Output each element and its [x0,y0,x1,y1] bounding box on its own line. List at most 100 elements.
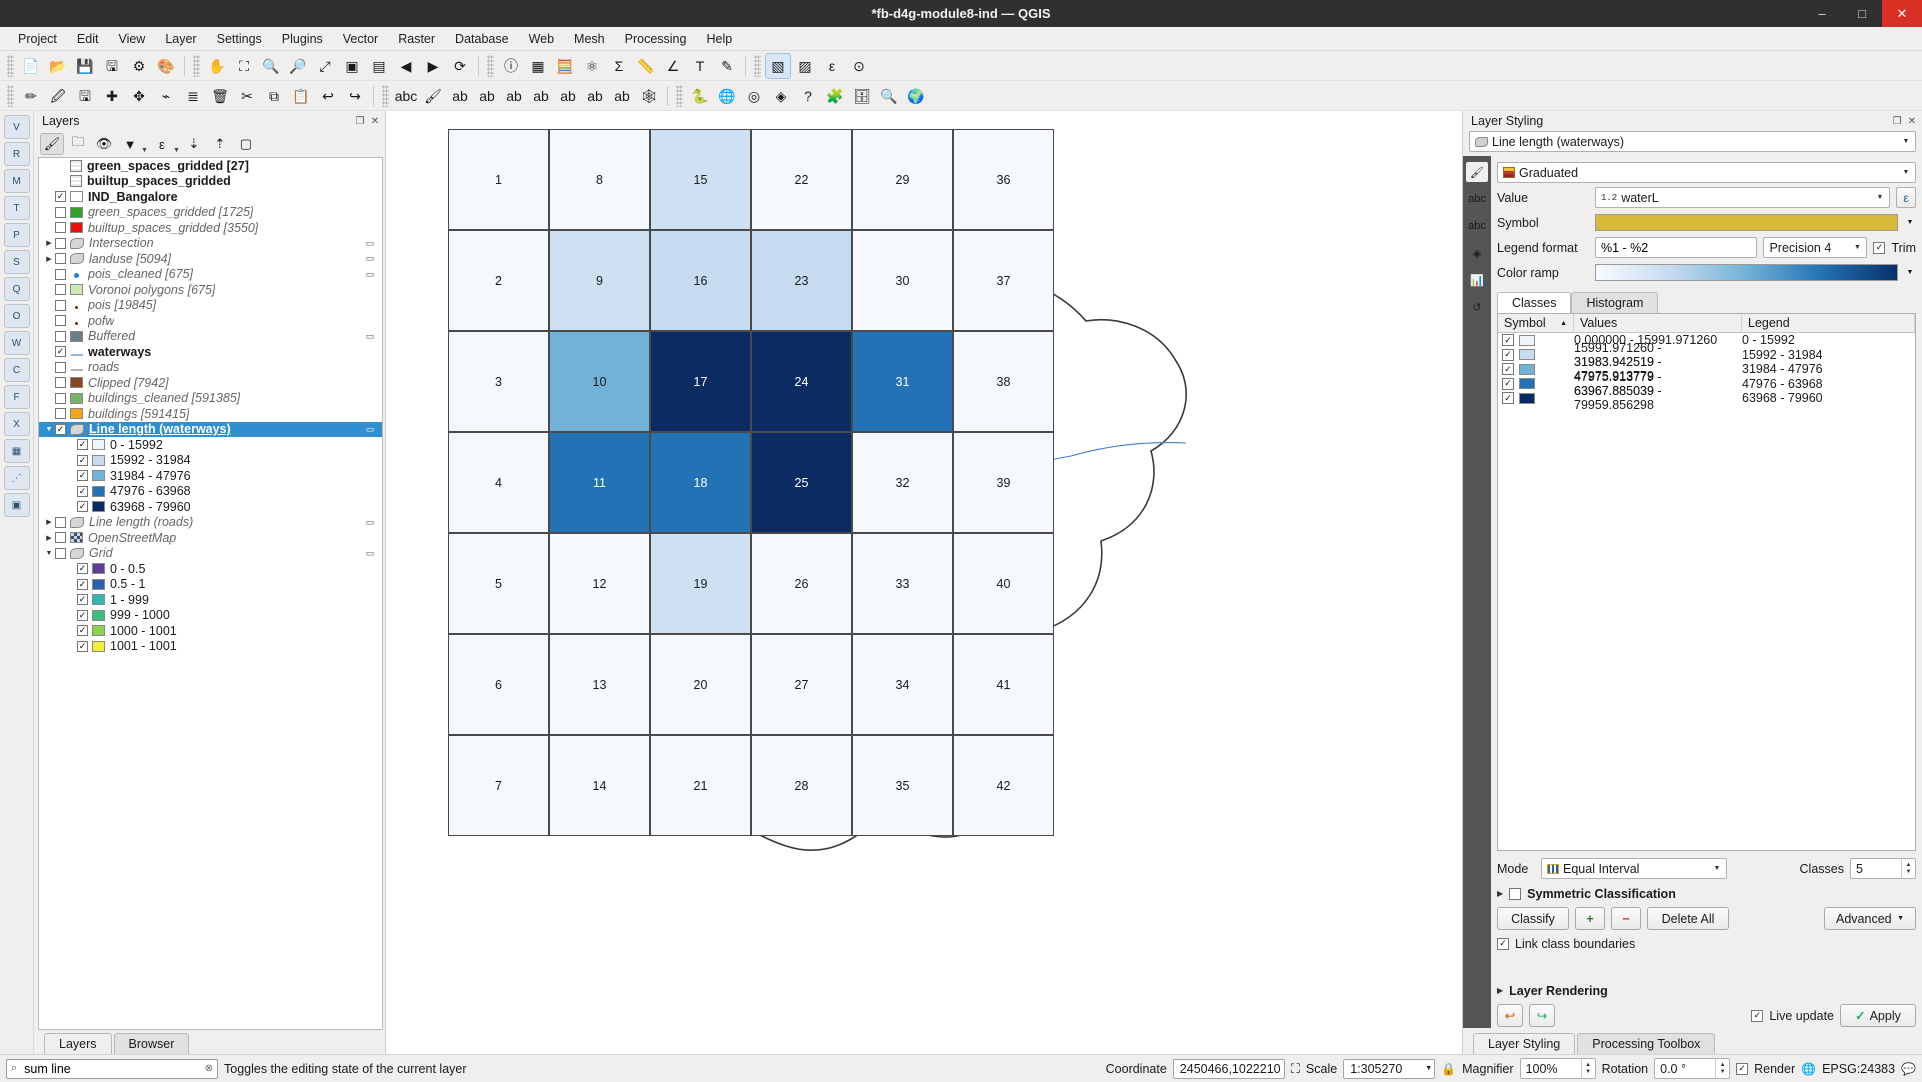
zoom-full-icon[interactable]: ⤢ [312,53,338,79]
layer-visibility-checkbox[interactable]: ✓ [77,594,88,606]
layer-item-green-spaces-gridded-1725[interactable]: green_spaces_gridded [1725] [39,205,382,221]
layer-visibility-checkbox[interactable] [55,408,66,420]
style-layer-icon[interactable]: 🖌 [420,83,446,109]
layer-visibility-checkbox[interactable] [55,315,66,327]
layer-visibility-checkbox[interactable]: ✓ [55,191,66,203]
value-field-combo[interactable]: 1.2 waterL ▼ [1595,187,1890,208]
close-button[interactable]: ✕ [1882,0,1922,27]
delete-selected-icon[interactable]: 🗑 [207,83,233,109]
statistical-summary-icon[interactable]: Σ [606,53,632,79]
grid-cell-35[interactable]: 35 [852,735,953,836]
layer-visibility-checkbox[interactable] [55,377,66,389]
class-color-swatch-icon[interactable] [1519,334,1535,346]
add-raster-layer-icon[interactable]: R [3,142,30,166]
layer-visibility-checkbox[interactable] [55,206,66,218]
bottom-tab-layer-styling[interactable]: Layer Styling [1473,1033,1576,1054]
processing-toolbox-icon[interactable]: ⚛ [579,53,605,79]
menu-mesh[interactable]: Mesh [564,30,615,48]
renderer-combo[interactable]: Graduated ▼ [1497,162,1916,183]
grid-cell-7[interactable]: 7 [448,735,549,836]
messages-icon[interactable]: 💬 [1901,1062,1916,1076]
collapse-all-icon[interactable]: ⇡ [208,133,232,155]
minimize-button[interactable]: – [1802,0,1842,27]
layer-item-47976-63968[interactable]: ✓ 47976 - 63968 [39,484,382,500]
layer-item-1-999[interactable]: ✓ 1 - 999 [39,592,382,608]
python-console-icon[interactable]: 🐍 [687,83,713,109]
symmetric-classification-checkbox[interactable] [1509,887,1522,900]
pin-label-icon[interactable]: ab [501,83,527,109]
search-qms-icon[interactable]: 🔍 [876,83,902,109]
redo-icon[interactable]: ↪ [342,83,368,109]
layer-item-0-15992[interactable]: ✓ 0 - 15992 [39,437,382,453]
layer-visibility-checkbox[interactable]: ✓ [77,625,88,637]
class-row[interactable]: ✓ 63967.885039 - 79959.856298 63968 - 7996… [1498,384,1915,412]
grid-cell-19[interactable]: 19 [650,533,751,634]
toggle-extents-icon[interactable]: ⛶ [1291,1061,1300,1077]
clear-search-icon[interactable]: ⊗ [205,1063,213,1074]
menu-processing[interactable]: Processing [615,30,697,48]
layer-edit-badge-icon[interactable]: ▭ [363,269,377,280]
grid-cell-39[interactable]: 39 [953,432,1054,533]
chevron-down-icon[interactable]: ▼ [1710,865,1724,872]
crs-globe-icon[interactable]: 🌐 [1801,1062,1816,1076]
class-legend-cell[interactable]: 0 - 15992 [1742,333,1915,347]
remove-layer-icon[interactable]: ▢ [234,133,258,155]
maximize-button[interactable]: □ [1842,0,1882,27]
highlight-label-icon[interactable]: ab [474,83,500,109]
layer-visibility-checkbox[interactable]: ✓ [77,485,88,497]
chevron-down-icon[interactable]: ▼ [1850,244,1864,251]
grid-cell-25[interactable]: 25 [751,432,852,533]
chevron-down-icon[interactable]: ▼ [1904,219,1916,226]
add-vector-layer-icon[interactable]: V [3,115,30,139]
add-spatialite-icon[interactable]: S [3,250,30,274]
grid-cell-2[interactable]: 2 [448,230,549,331]
class-symbol-cell[interactable]: ✓ [1498,377,1574,390]
class-legend-cell[interactable]: 15992 - 31984 [1742,348,1915,362]
legend-format-input[interactable] [1595,237,1758,258]
history-icon[interactable]: ↺ [1466,297,1488,317]
lock-scale-icon[interactable]: 🔒 [1441,1062,1456,1076]
remove-class-button[interactable]: − [1611,907,1641,930]
layer-visibility-checkbox[interactable]: ✓ [77,578,88,590]
add-group-icon[interactable]: 🗀 [66,133,90,155]
class-symbol-cell[interactable]: ✓ [1498,363,1574,376]
rotation-spinner[interactable]: 0.0 ° ▲ ▼ [1654,1058,1731,1079]
float-panel-icon[interactable]: ❐ [354,115,366,127]
layer-item-63968-79960[interactable]: ✓ 63968 - 79960 [39,499,382,515]
grid-cell-1[interactable]: 1 [448,129,549,230]
grid-cell-30[interactable]: 30 [852,230,953,331]
chevron-down-icon[interactable]: ▼ [141,147,148,154]
class-color-swatch-icon[interactable] [1519,349,1535,361]
link-class-boundaries-checkbox[interactable]: ✓ [1497,937,1509,950]
grid-cell-11[interactable]: 11 [549,432,650,533]
spinner-arrows-icon[interactable]: ▲ ▼ [1901,859,1915,878]
grid-cell-3[interactable]: 3 [448,331,549,432]
layer-item-grid[interactable]: ▼ Grid ▭ [39,546,382,562]
grid-cell-32[interactable]: 32 [852,432,953,533]
toolbar-grip[interactable] [676,84,683,107]
class-symbol-cell[interactable]: ✓ [1498,334,1574,347]
current-edits-icon[interactable]: ✏ [18,83,44,109]
open-project-icon[interactable]: 📂 [45,53,71,79]
class-legend-cell[interactable]: 47976 - 63968 [1742,377,1915,391]
close-panel-icon[interactable]: ✕ [1906,115,1918,127]
chevron-down-icon[interactable]: ▼ [1899,138,1913,145]
scale-combo[interactable]: 1:305270 ▼ [1343,1058,1436,1079]
layer-edit-badge-icon[interactable]: ▭ [363,424,377,435]
new-shapefile-icon[interactable]: ▣ [3,493,30,517]
project-properties-icon[interactable]: ⚙ [126,53,152,79]
delete-all-button[interactable]: Delete All [1647,907,1729,930]
render-checkbox[interactable]: ✓ [1736,1062,1749,1075]
layer-item-15992-31984[interactable]: ✓ 15992 - 31984 [39,453,382,469]
grid-cell-14[interactable]: 14 [549,735,650,836]
menu-help[interactable]: Help [696,30,742,48]
add-class-button[interactable]: + [1575,907,1605,930]
apply-button[interactable]: ✓ Apply [1840,1004,1916,1027]
layer-item-landuse-5094[interactable]: ▶ landuse [5094] ▭ [39,251,382,267]
zoom-selection-icon[interactable]: ▣ [339,53,365,79]
rotate-label-icon[interactable]: ab [582,83,608,109]
zoom-next-icon[interactable]: ▶ [420,53,446,79]
style-manager-icon[interactable]: 🎨 [153,53,179,79]
manage-map-themes-icon[interactable]: 👁 [92,133,116,155]
new-project-icon[interactable]: 📄 [18,53,44,79]
